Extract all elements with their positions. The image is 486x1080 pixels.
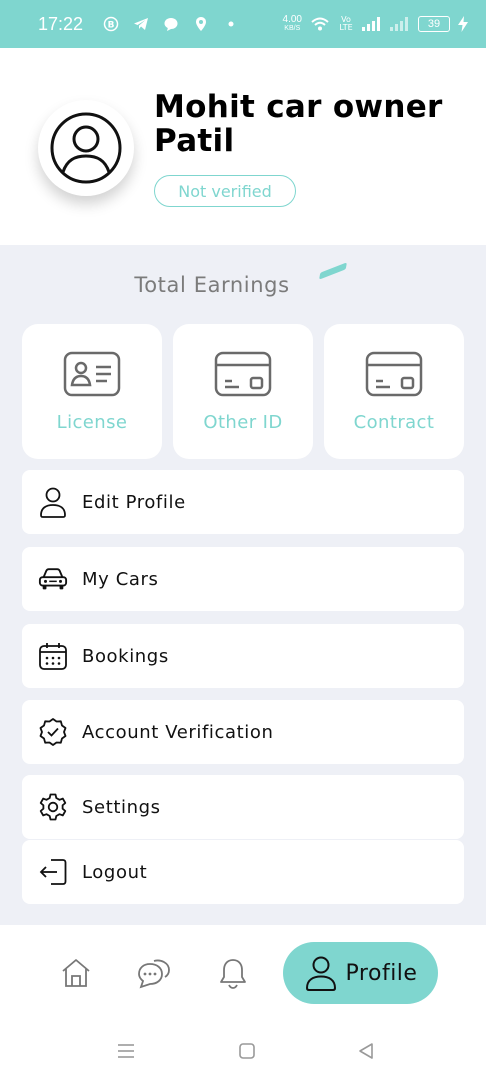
menu-label-edit-profile: Edit Profile (82, 491, 186, 513)
home-icon (62, 959, 90, 987)
status-right: 4.00 KB/S Vo LTE 39 (283, 15, 468, 33)
nav-profile-label: Profile (345, 960, 418, 986)
square-icon (239, 1043, 255, 1059)
location-pin-icon (196, 17, 207, 31)
menu-item-settings[interactable]: Settings (22, 775, 464, 839)
user-avatar-icon (50, 112, 122, 184)
id-card-icon (63, 351, 121, 397)
menu-item-bookings[interactable]: Bookings (22, 624, 464, 688)
profile-name: Mohit car owner Patil (154, 89, 443, 159)
status-time: 17:22 (38, 13, 84, 34)
menu-lines-icon (118, 1044, 134, 1058)
contract-label: Contract (353, 412, 435, 433)
recent-apps-button[interactable] (114, 1039, 138, 1063)
main-content: Total Earnings License Other ID Contract… (0, 245, 486, 925)
other-id-card[interactable]: Other ID (173, 324, 313, 459)
nav-notifications[interactable] (213, 953, 253, 993)
wifi-icon (311, 17, 329, 31)
telegram-icon (134, 18, 149, 30)
speed-value: 4.00 (282, 14, 302, 25)
document-cards: License Other ID Contract (22, 324, 464, 459)
avatar[interactable] (38, 100, 134, 196)
verified-badge-icon (38, 717, 68, 747)
menu-label-account-verification: Account Verification (82, 721, 274, 743)
b-app-icon: B (103, 16, 119, 32)
card-icon (365, 351, 423, 397)
menu-item-account-verification[interactable]: Account Verification (22, 700, 464, 764)
dot-icon (228, 21, 234, 27)
menu-item-edit-profile[interactable]: Edit Profile (22, 470, 464, 534)
speed-unit: KB/S (284, 25, 301, 32)
notification-icons: B (103, 16, 239, 32)
back-triangle-icon (359, 1043, 373, 1059)
license-card[interactable]: License (22, 324, 162, 459)
menu-label-my-cars: My Cars (82, 568, 159, 590)
battery-level: 39 (427, 18, 441, 30)
user-icon (38, 487, 68, 518)
nav-profile-active[interactable]: Profile (283, 942, 438, 1004)
signal-icon (362, 17, 380, 31)
calendar-icon (38, 641, 68, 671)
volte-label: Vo LTE (339, 15, 353, 32)
menu-label-logout: Logout (82, 861, 148, 883)
profile-header: Mohit car owner Patil Not verified (0, 48, 486, 245)
menu-item-logout[interactable]: Logout (22, 840, 464, 904)
charging-icon (458, 16, 468, 32)
signal-2-icon (390, 17, 408, 31)
license-label: License (56, 412, 128, 433)
home-button[interactable] (235, 1039, 259, 1063)
chat-icon (138, 959, 170, 989)
logout-icon (38, 857, 68, 887)
menu-item-my-cars[interactable]: My Cars (22, 547, 464, 611)
network-speed: 4.00 KB/S (283, 15, 302, 33)
contract-card[interactable]: Contract (324, 324, 464, 459)
status-bar: 17:22 B 4.00 KB/S Vo LTE 39 (0, 0, 486, 48)
battery-icon: 39 (418, 16, 450, 32)
nav-chat[interactable] (134, 953, 174, 993)
earnings-title: Total Earnings (134, 273, 290, 297)
menu-label-settings: Settings (82, 796, 161, 818)
profile-icon (305, 956, 336, 991)
other-id-label: Other ID (203, 412, 283, 433)
chat-bubble-icon (164, 18, 178, 31)
system-navigation (0, 1022, 486, 1080)
bell-icon (220, 959, 246, 989)
bottom-navigation: Profile (0, 925, 486, 1022)
card-icon (214, 351, 272, 397)
gear-icon (38, 792, 68, 822)
back-button[interactable] (354, 1039, 378, 1063)
menu-label-bookings: Bookings (82, 645, 169, 667)
verification-badge[interactable]: Not verified (154, 175, 296, 207)
svg-text:B: B (108, 21, 115, 31)
nav-home[interactable] (56, 953, 96, 993)
car-icon (38, 564, 68, 594)
